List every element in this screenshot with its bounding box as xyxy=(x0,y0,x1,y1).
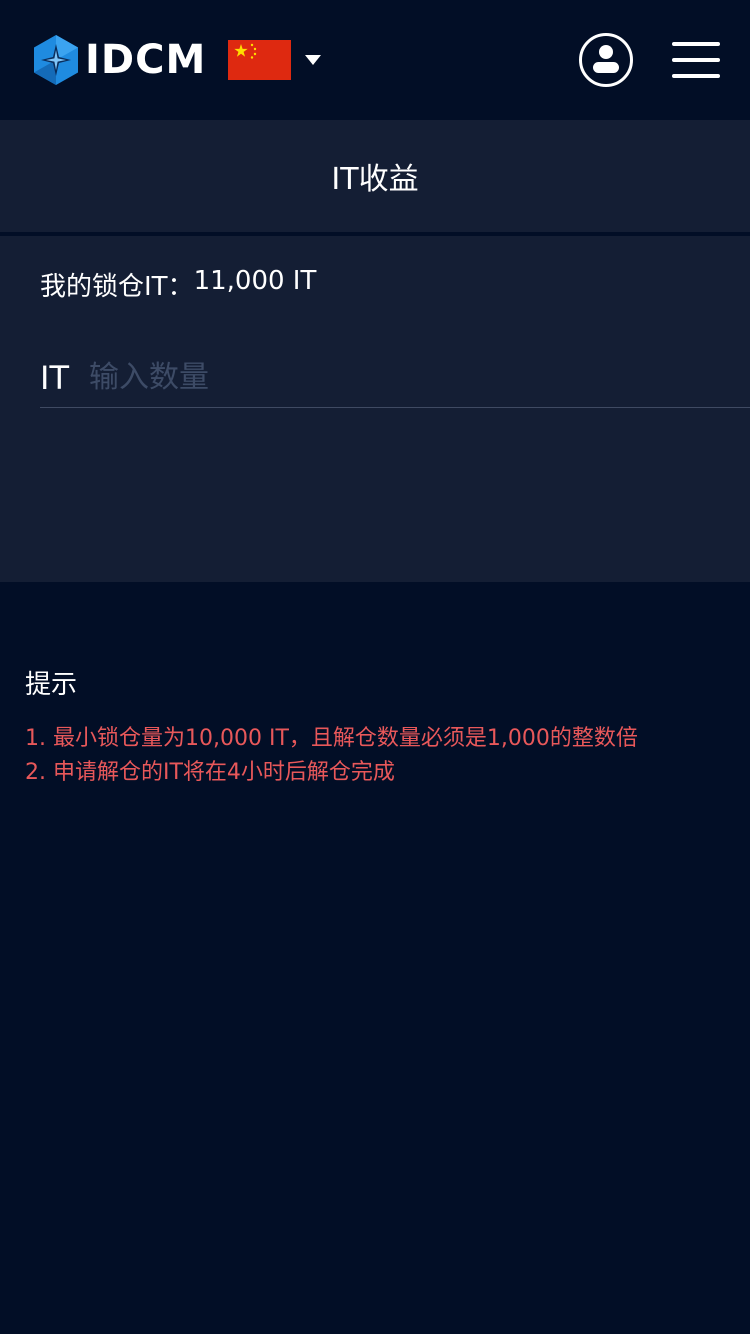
locked-amount-label: 我的锁仓IT： xyxy=(40,272,194,302)
amount-input[interactable] xyxy=(89,349,750,406)
user-icon xyxy=(593,45,619,73)
china-flag-icon xyxy=(228,40,291,80)
menu-line xyxy=(672,42,720,46)
tips-list: 1. 最小锁仓量为10,000 IT，且解仓数量必须是1,000的整数倍 2. … xyxy=(25,722,725,790)
user-account-button[interactable] xyxy=(579,33,633,87)
unlock-form-card: 我的锁仓IT： 11,000 IT IT xyxy=(0,236,750,582)
caret-down-icon xyxy=(305,55,321,65)
top-navigation-bar: IDCM xyxy=(0,0,750,120)
brand-name: IDCM xyxy=(85,37,207,83)
locked-amount-value: 11,000 IT xyxy=(193,266,317,296)
menu-line xyxy=(672,58,720,62)
tip-item: 2. 申请解仓的IT将在4小时后解仓完成 xyxy=(25,760,395,785)
amount-input-row: IT xyxy=(40,348,750,408)
hamburger-menu-icon[interactable] xyxy=(672,42,720,78)
tips-title: 提示 xyxy=(25,670,78,700)
amount-unit-label: IT xyxy=(40,358,69,397)
page-title: IT收益 xyxy=(331,162,419,197)
language-selector[interactable] xyxy=(228,40,321,80)
menu-line xyxy=(672,74,720,78)
page-header: IT收益 xyxy=(0,120,750,232)
brand-logo[interactable]: IDCM xyxy=(33,34,206,86)
locked-amount-info: 我的锁仓IT： 11,000 IT xyxy=(40,266,316,303)
idcm-logo-icon xyxy=(34,35,78,85)
tip-item: 1. 最小锁仓量为10,000 IT，且解仓数量必须是1,000的整数倍 xyxy=(25,726,638,751)
